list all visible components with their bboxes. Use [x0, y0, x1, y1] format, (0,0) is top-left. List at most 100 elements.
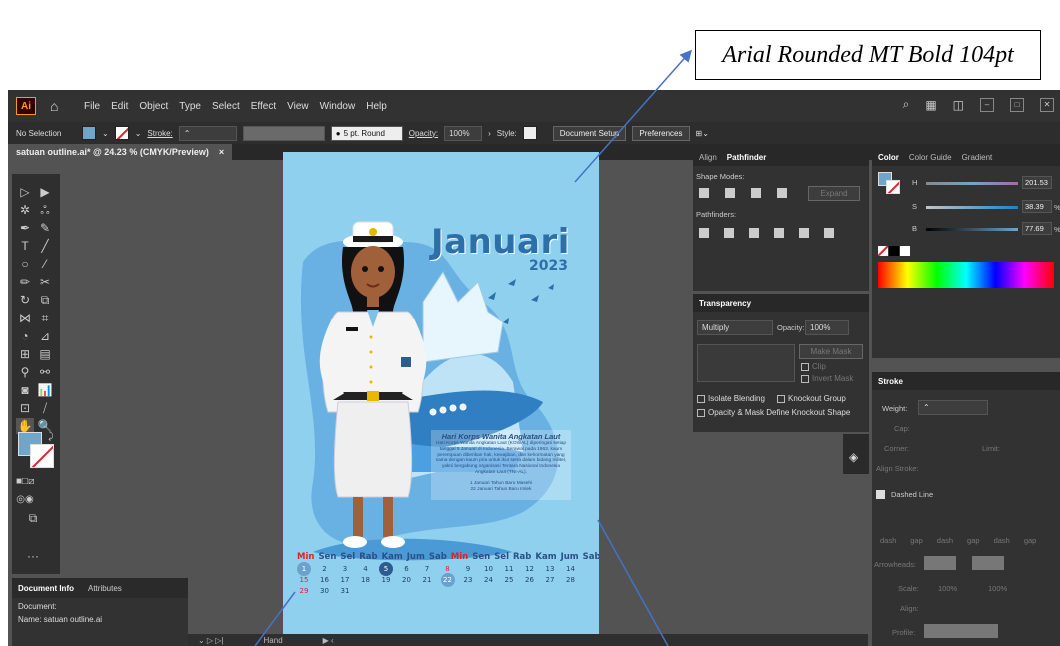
weight-field[interactable]: ⌃	[918, 400, 988, 415]
color-spectrum[interactable]	[878, 262, 1054, 288]
stroke-color-box[interactable]	[30, 444, 54, 468]
menu-window[interactable]: Window	[320, 101, 356, 112]
gradient-tool-icon[interactable]: ▤	[36, 346, 54, 362]
style-swatch[interactable]	[522, 126, 537, 140]
knockout-group-checkbox[interactable]: Knockout Group	[777, 394, 846, 403]
paintbrush-tool-icon[interactable]: ⁄	[36, 256, 54, 272]
close-tab-icon[interactable]: ×	[219, 147, 224, 157]
screen-mode-icon[interactable]: ⧉	[24, 510, 42, 526]
isolate-blending-checkbox[interactable]: Isolate Blending	[697, 394, 765, 403]
blend-tool-icon[interactable]: ⚯	[36, 364, 54, 380]
trim-icon[interactable]	[724, 228, 734, 238]
invert-mask-checkbox[interactable]: Invert Mask	[801, 374, 853, 383]
crop-icon[interactable]	[774, 228, 784, 238]
menu-edit[interactable]: Edit	[111, 101, 128, 112]
blend-mode-select[interactable]: Multiply	[697, 320, 773, 335]
arrowhead-start-select[interactable]	[924, 556, 956, 570]
clip-checkbox[interactable]: Clip	[801, 362, 826, 371]
layers-icon[interactable]: ◈	[849, 450, 858, 464]
variable-width-field[interactable]	[242, 125, 325, 141]
swap-colors-icon[interactable]: ⤸	[42, 428, 60, 444]
opacity-panel-field[interactable]: 100%	[805, 320, 849, 335]
perspective-grid-tool-icon[interactable]: ⊿	[36, 328, 54, 344]
dashed-line-checkbox[interactable]: Dashed Line	[876, 490, 933, 499]
scissors-tool-icon[interactable]: ✂	[36, 274, 54, 290]
menu-object[interactable]: Object	[139, 101, 168, 112]
workspace-icon[interactable]: ◫	[953, 98, 964, 112]
magic-wand-tool-icon[interactable]: ✲	[16, 202, 34, 218]
artboard-tool-icon[interactable]: ⊡	[16, 400, 34, 416]
tab-color-guide[interactable]: Color Guide	[909, 153, 952, 162]
outline-icon[interactable]	[799, 228, 809, 238]
menu-help[interactable]: Help	[366, 101, 387, 112]
tab-pathfinder[interactable]: Pathfinder	[727, 153, 767, 162]
stroke-swatch[interactable]	[114, 126, 129, 140]
minus-back-icon[interactable]	[824, 228, 834, 238]
tab-document-info[interactable]: Document Info	[18, 584, 74, 593]
profile-select[interactable]	[924, 624, 998, 638]
column-graph-tool-icon[interactable]: 📊	[36, 382, 54, 398]
direct-selection-tool-icon[interactable]: ▶	[36, 184, 54, 200]
draw-mode-icon[interactable]: ◎◉	[16, 492, 34, 508]
color-stroke-box[interactable]	[886, 180, 900, 194]
pencil-tool-icon[interactable]: ✏	[16, 274, 34, 290]
shape-builder-tool-icon[interactable]: ◔	[16, 328, 34, 344]
fill-swatch[interactable]	[82, 126, 96, 140]
arrange-documents-icon[interactable]: ▦	[925, 98, 936, 112]
opacity-mask-checkbox[interactable]: Opacity & Mask Define Knockout Shape	[697, 408, 850, 417]
scale-tool-icon[interactable]: ⧉	[36, 292, 54, 308]
document-tab[interactable]: satuan outline.ai* @ 24.23 % (CMYK/Previ…	[8, 144, 233, 160]
ellipse-tool-icon[interactable]: ○	[16, 256, 34, 272]
artboard-nav[interactable]: ⌄ ▷ ▷|	[198, 636, 224, 645]
make-mask-button[interactable]: Make Mask	[799, 344, 863, 359]
arrange-icon[interactable]: ⊞⌄	[696, 129, 709, 138]
chevron-down-icon[interactable]: ⌄	[135, 129, 142, 138]
menu-view[interactable]: View	[287, 101, 309, 112]
color-mode-icon[interactable]: ■□⧄	[16, 474, 34, 490]
slice-tool-icon[interactable]: ⧸	[36, 400, 54, 416]
scale-start-value[interactable]: 100%	[938, 584, 957, 593]
chevron-right-icon[interactable]: ›	[488, 129, 491, 138]
home-icon[interactable]: ⌂	[50, 99, 64, 113]
merge-icon[interactable]	[749, 228, 759, 238]
menu-effect[interactable]: Effect	[251, 101, 276, 112]
opacity-label[interactable]: Opacity:	[409, 129, 438, 138]
saturation-value[interactable]: 38.39	[1022, 200, 1052, 213]
intersect-icon[interactable]	[751, 188, 761, 198]
line-tool-icon[interactable]: ╱	[36, 238, 54, 254]
selection-tool-icon[interactable]: ▷	[16, 184, 34, 200]
rotate-tool-icon[interactable]: ↻	[16, 292, 34, 308]
stroke-weight-field[interactable]: ⌃	[178, 125, 237, 141]
type-tool-icon[interactable]: T	[16, 238, 34, 254]
more-tools-icon[interactable]: ···	[24, 548, 42, 564]
calendar-year[interactable]: 2023	[529, 258, 568, 274]
mesh-tool-icon[interactable]: ⊞	[16, 346, 34, 362]
document-setup-button[interactable]: Document Setup	[552, 125, 627, 141]
stroke-label[interactable]: Stroke:	[147, 129, 172, 138]
calendar-month-title[interactable]: Januari	[431, 222, 570, 262]
hue-value[interactable]: 201.53	[1022, 176, 1052, 189]
lasso-tool-icon[interactable]: ஃ	[36, 202, 54, 218]
menu-file[interactable]: File	[84, 101, 100, 112]
symbol-sprayer-tool-icon[interactable]: ◙	[16, 382, 34, 398]
minimize-button[interactable]: –	[980, 97, 994, 112]
menu-select[interactable]: Select	[212, 101, 240, 112]
free-transform-tool-icon[interactable]: ⌗	[36, 310, 54, 326]
curvature-tool-icon[interactable]: ✎	[36, 220, 54, 236]
preferences-button[interactable]: Preferences	[632, 125, 690, 141]
saturation-slider[interactable]	[926, 206, 1018, 209]
chevron-down-icon[interactable]: ⌄	[102, 129, 109, 138]
tab-align[interactable]: Align	[699, 153, 717, 162]
opacity-field[interactable]: 100%	[444, 125, 483, 141]
tab-attributes[interactable]: Attributes	[88, 584, 122, 593]
none-black-white-swatches[interactable]	[878, 246, 910, 256]
exclude-icon[interactable]	[777, 188, 787, 198]
unite-icon[interactable]	[699, 188, 709, 198]
close-window-button[interactable]: ✕	[1040, 97, 1054, 112]
status-nav-icon[interactable]: ▶ ‹	[323, 636, 334, 645]
minus-front-icon[interactable]	[725, 188, 735, 198]
brightness-value[interactable]: 77.69	[1022, 222, 1052, 235]
info-text-box[interactable]: Hari Korps Wanita Angkatan Laut Hari Kor…	[431, 430, 571, 500]
expand-button[interactable]: Expand	[808, 186, 860, 201]
hue-slider[interactable]	[926, 182, 1018, 185]
